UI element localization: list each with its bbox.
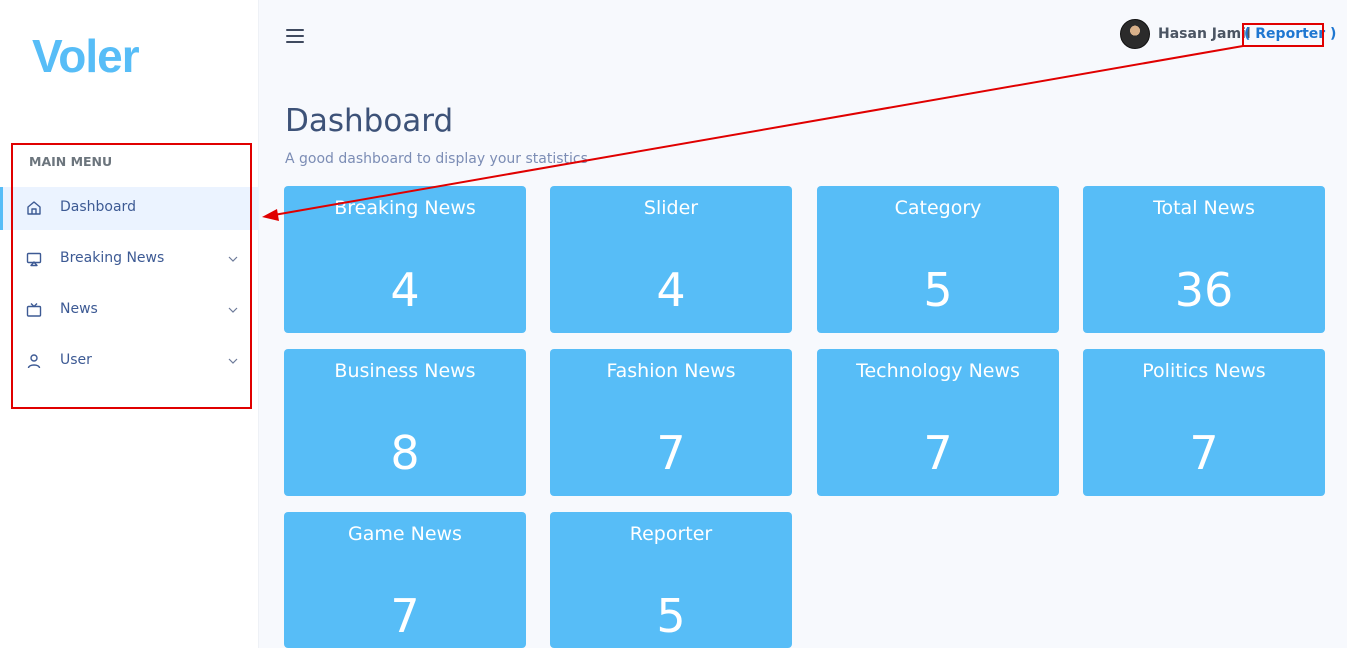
stat-card-technology-news[interactable]: Technology News 7 [817,349,1059,496]
stat-card-value: 7 [656,426,686,480]
stat-card-value: 7 [1189,426,1219,480]
stat-card-value: 7 [390,589,420,643]
stat-card-business-news[interactable]: Business News 8 [284,349,526,496]
stat-card-value: 36 [1174,263,1234,317]
stat-card-value: 4 [390,263,420,317]
stat-card-politics-news[interactable]: Politics News 7 [1083,349,1325,496]
stat-card-value: 4 [656,263,686,317]
stat-card-value: 7 [923,426,953,480]
stat-card-title: Breaking News [334,197,476,219]
stat-card-title: Game News [348,523,462,545]
page-title: Dashboard [285,103,454,139]
sidebar: Voler MAIN MENU Dashboard Breaking News … [0,0,259,648]
brand-logo[interactable]: Voler [32,33,140,79]
stat-card-reporter[interactable]: Reporter 5 [550,512,792,648]
annotation-highlight-menu [11,143,252,409]
hamburger-icon[interactable] [286,29,304,43]
stat-card-category[interactable]: Category 5 [817,186,1059,333]
stat-card-title: Slider [643,197,699,219]
stat-card-value: 5 [656,589,686,643]
stat-card-breaking-news[interactable]: Breaking News 4 [284,186,526,333]
user-name: Hasan Jamil [1158,26,1251,42]
stat-card-title: Category [894,197,982,219]
page-subtitle: A good dashboard to display your statist… [285,151,588,167]
stat-card-title: Politics News [1142,360,1266,382]
annotation-highlight-role [1242,23,1324,47]
stat-card-title: Technology News [856,360,1020,382]
stat-card-title: Reporter [629,523,713,545]
stat-card-game-news[interactable]: Game News 7 [284,512,526,648]
stat-card-title: Business News [334,360,476,382]
stat-card-value: 8 [390,426,420,480]
stat-card-title: Total News [1153,197,1255,219]
stat-card-slider[interactable]: Slider 4 [550,186,792,333]
stat-card-total-news[interactable]: Total News 36 [1083,186,1325,333]
stat-card-fashion-news[interactable]: Fashion News 7 [550,349,792,496]
user-profile[interactable]: Hasan Jamil [1120,19,1251,49]
avatar[interactable] [1120,19,1150,49]
stat-card-title: Fashion News [606,360,736,382]
stat-card-value: 5 [923,263,953,317]
